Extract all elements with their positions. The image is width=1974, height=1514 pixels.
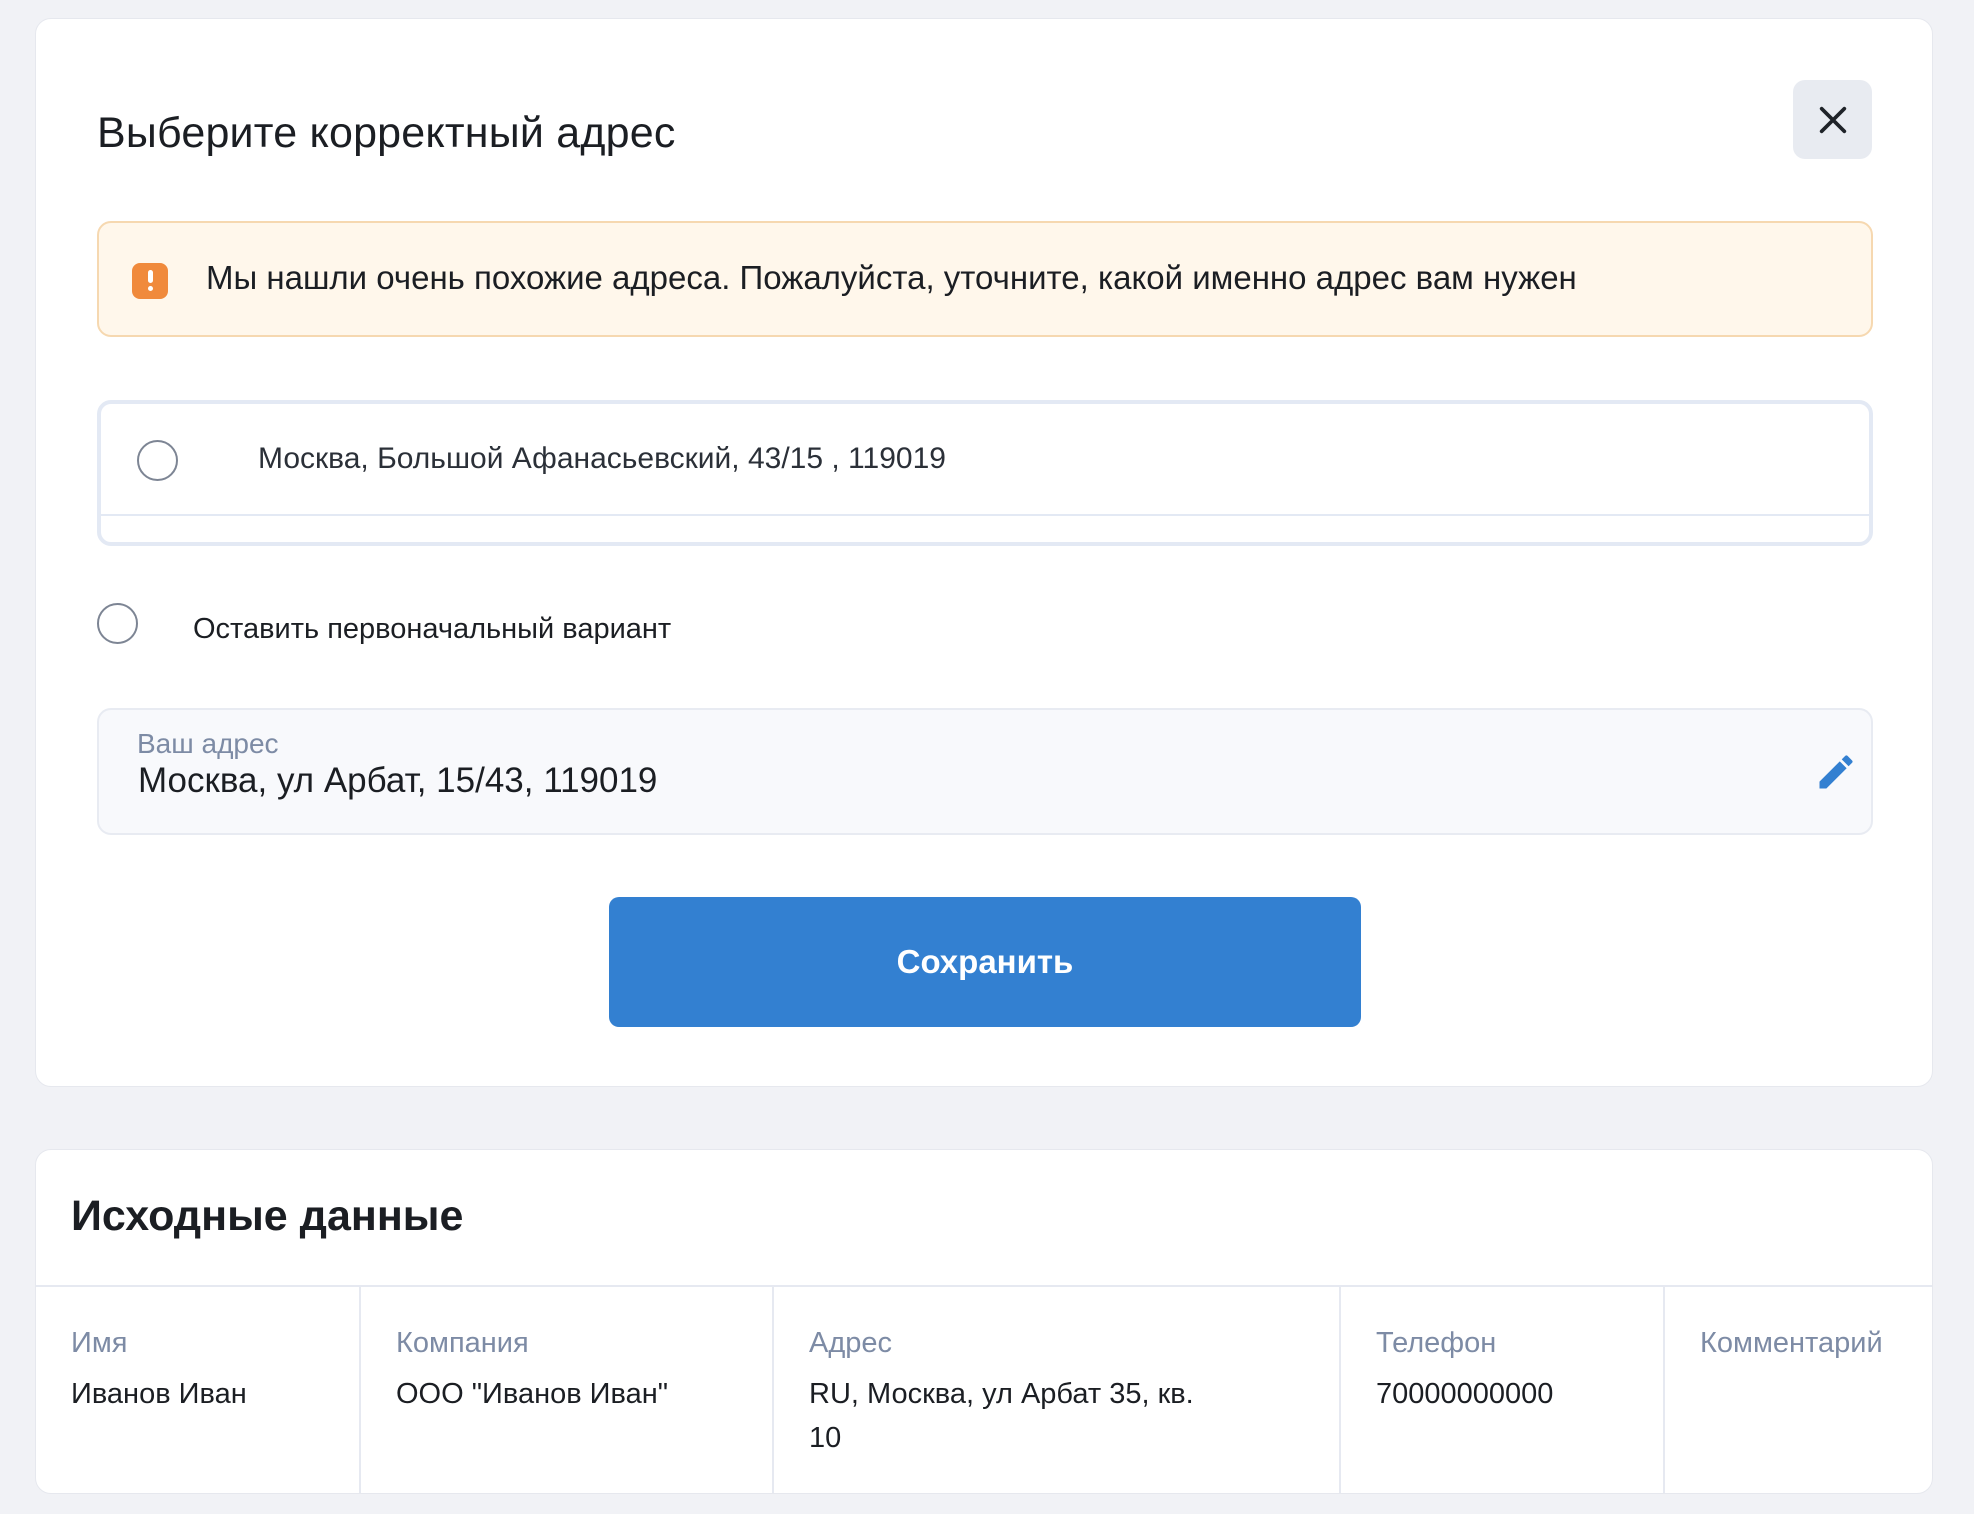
column-comment: Комментарий — [1665, 1287, 1932, 1493]
column-phone: Телефон 70000000000 — [1341, 1287, 1665, 1493]
suggestion-radio[interactable] — [137, 440, 178, 481]
warning-text: Мы нашли очень похожие адреса. Пожалуйст… — [206, 259, 1577, 296]
keep-original-label: Оставить первоначальный вариант — [193, 613, 672, 645]
your-address-value: Москва, ул Арбат, 15/43, 119019 — [138, 761, 658, 800]
exclamation-icon — [132, 263, 168, 299]
your-address-label: Ваш адрес — [137, 728, 279, 759]
close-icon — [1819, 106, 1846, 133]
column-header: Компания — [396, 1327, 529, 1359]
column-value: Иванов Иван — [71, 1378, 247, 1410]
keep-original-option[interactable]: Оставить первоначальный вариант — [97, 603, 797, 663]
column-value: RU, Москва, ул Арбат 35, кв. 10 — [809, 1378, 1194, 1454]
close-button[interactable] — [1793, 80, 1872, 159]
column-address: Адрес RU, Москва, ул Арбат 35, кв. 10 — [774, 1287, 1341, 1493]
page: Выберите корректный адрес Мы нашли очень… — [0, 0, 1974, 1514]
your-address-field[interactable]: Ваш адрес Москва, ул Арбат, 15/43, 11901… — [97, 708, 1873, 835]
column-header: Адрес — [809, 1327, 893, 1359]
suggestion-option[interactable]: Москва, Большой Афанасьевский, 43/15 , 1… — [101, 404, 1869, 516]
column-value: 70000000000 — [1376, 1378, 1554, 1410]
column-value: ООО "Иванов Иван" — [396, 1378, 669, 1410]
column-header: Имя — [71, 1327, 128, 1359]
pencil-icon — [1819, 755, 1853, 789]
column-name: Имя Иванов Иван — [36, 1287, 361, 1493]
modal-title: Выберите корректный адрес — [97, 109, 676, 157]
suggestions-list: Москва, Большой Афанасьевский, 43/15 , 1… — [97, 400, 1873, 546]
address-modal: Выберите корректный адрес Мы нашли очень… — [35, 18, 1933, 1087]
edit-address-button[interactable] — [1814, 750, 1858, 794]
column-header: Комментарий — [1700, 1327, 1883, 1359]
source-title: Исходные данные — [71, 1192, 464, 1240]
warning-banner: Мы нашли очень похожие адреса. Пожалуйст… — [97, 221, 1873, 337]
source-table: Имя Иванов Иван Компания ООО "Иванов Ива… — [36, 1285, 1932, 1493]
keep-original-radio[interactable] — [97, 603, 138, 644]
column-header: Телефон — [1376, 1327, 1497, 1359]
source-data-card: Исходные данные Имя Иванов Иван Компания… — [35, 1149, 1933, 1494]
column-company: Компания ООО "Иванов Иван" — [361, 1287, 774, 1493]
save-button[interactable]: Сохранить — [609, 897, 1361, 1027]
suggestion-label: Москва, Большой Афанасьевский, 43/15 , 1… — [258, 442, 946, 475]
